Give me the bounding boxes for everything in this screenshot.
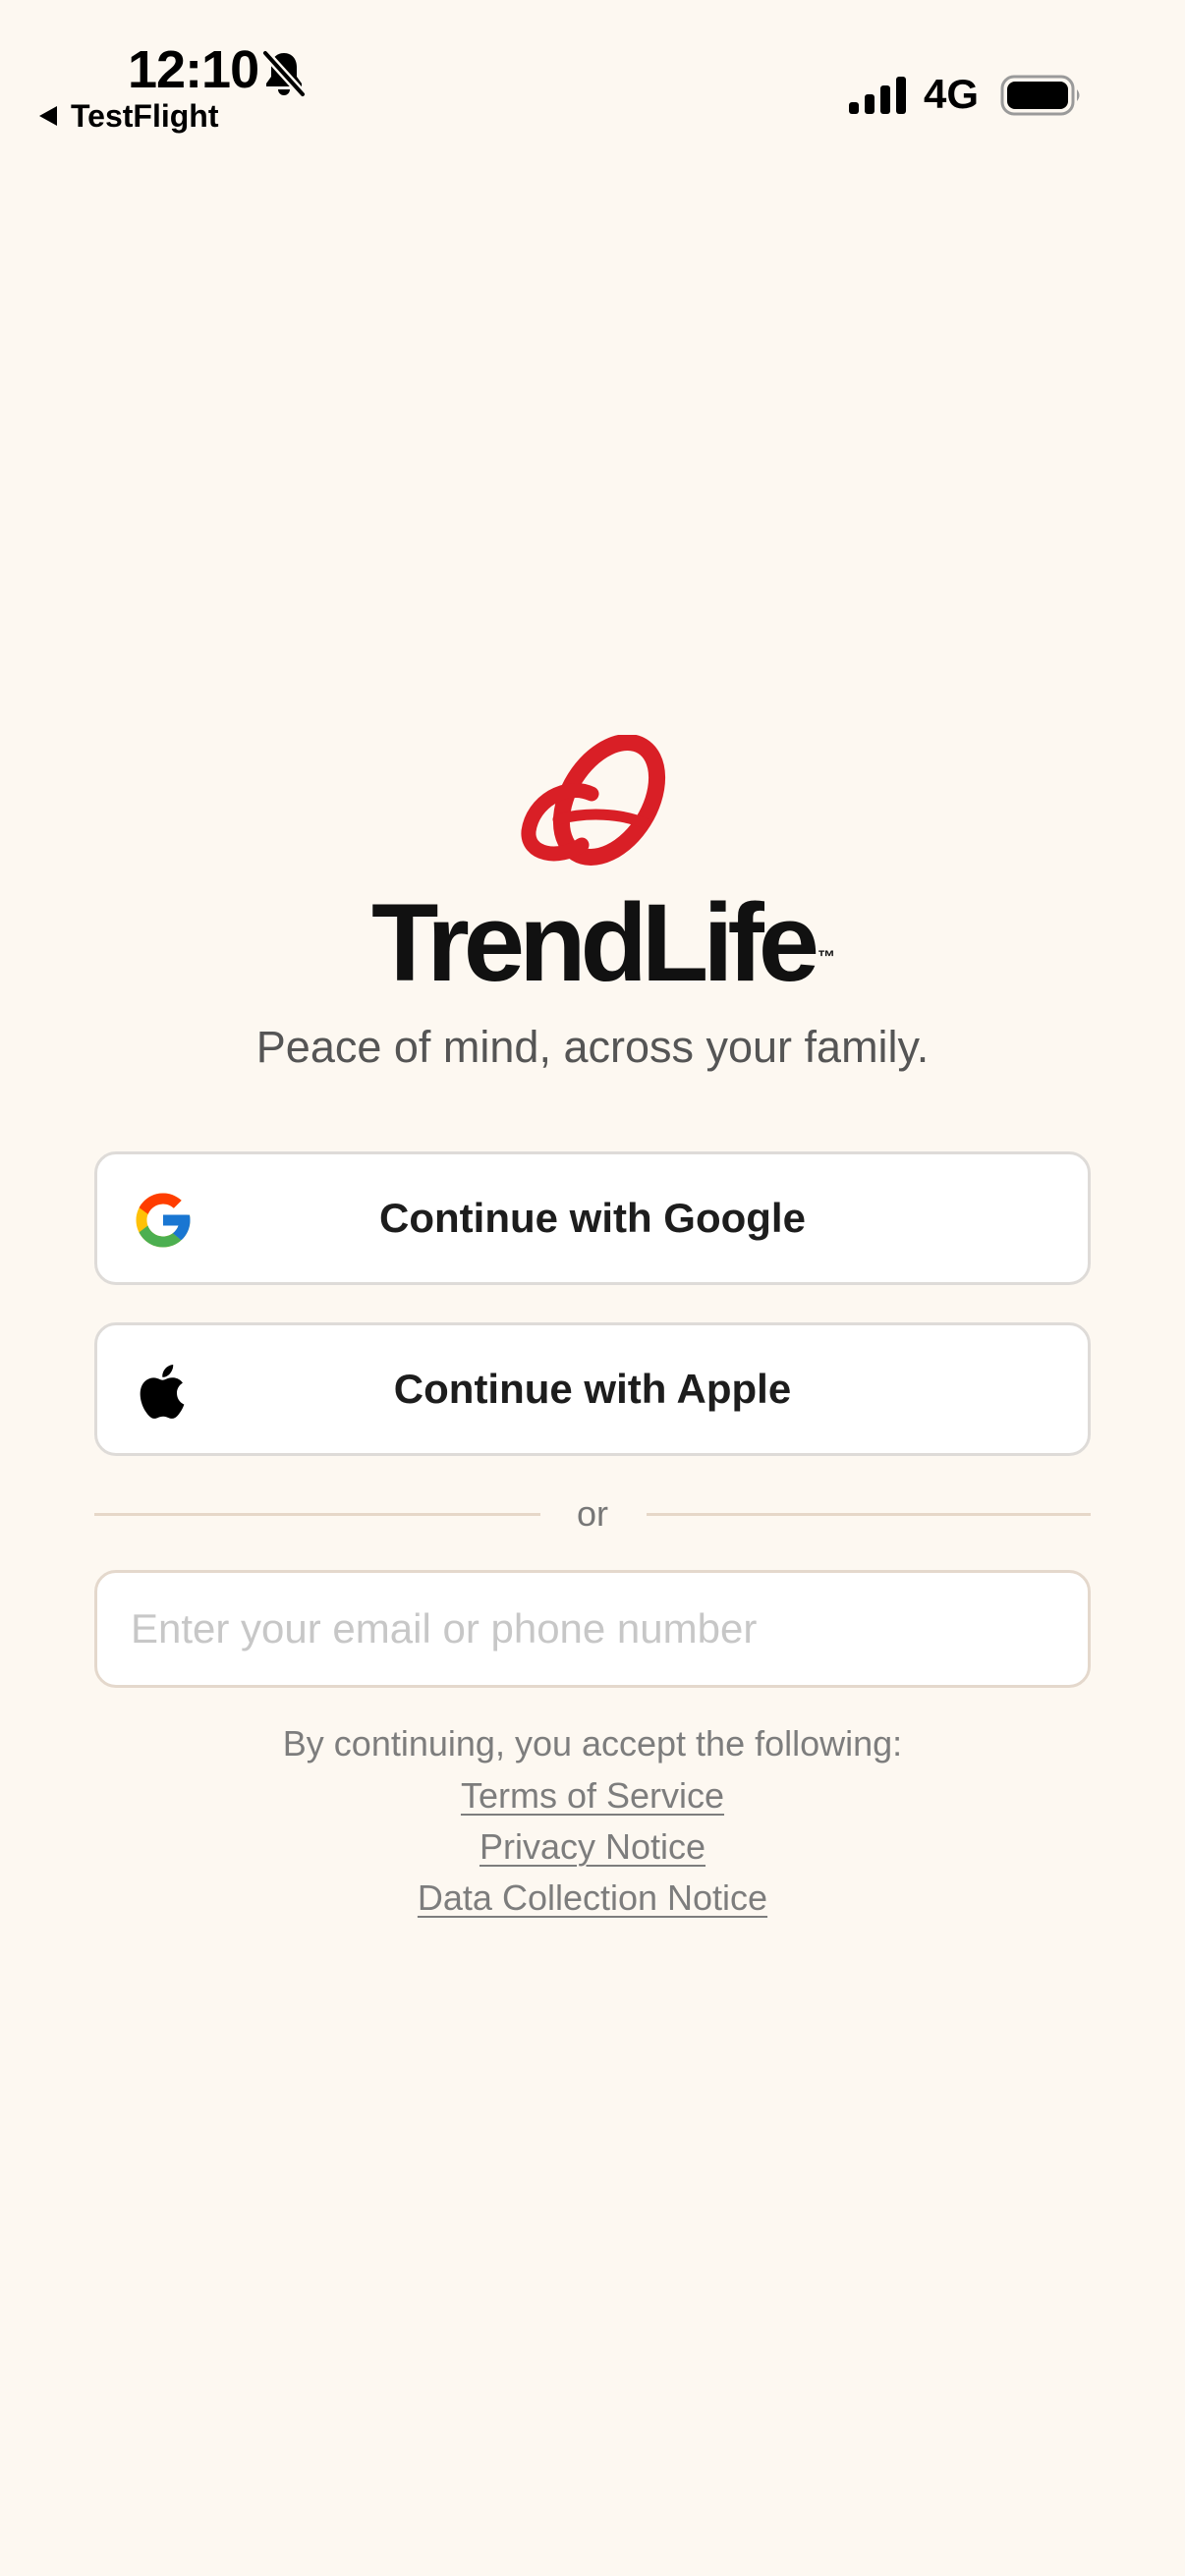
bell-slash-icon (261, 49, 307, 98)
app-name: TrendLife (370, 881, 819, 1004)
network-type: 4G (924, 71, 980, 117)
continue-with-apple-button[interactable]: Continue with Apple (94, 1322, 1091, 1456)
status-time: 12:10 (128, 40, 259, 99)
continue-with-google-button[interactable]: Continue with Google (94, 1151, 1091, 1285)
or-divider: or (94, 1489, 1091, 1539)
status-bar: 12:10 TestFlight 4G (0, 0, 1185, 147)
cellular-signal-icon (849, 77, 906, 114)
google-button-label: Continue with Google (379, 1195, 806, 1241)
privacy-notice-link[interactable]: Privacy Notice (480, 1821, 705, 1873)
terms-of-service-link[interactable]: Terms of Service (461, 1770, 724, 1821)
email-or-phone-input[interactable] (94, 1570, 1091, 1688)
divider-line-right (647, 1513, 1091, 1516)
data-collection-notice-link[interactable]: Data Collection Notice (418, 1873, 767, 1924)
legal-intro-text: By continuing, you accept the following: (282, 1723, 903, 1764)
back-to-testflight[interactable]: TestFlight (37, 96, 219, 136)
back-triangle-icon (39, 106, 57, 126)
app-tagline: Peace of mind, across your family. (255, 1022, 930, 1072)
trendlife-logo-icon (521, 735, 666, 866)
apple-button-label: Continue with Apple (393, 1366, 792, 1412)
apple-icon (140, 1365, 185, 1419)
legal-notice: By continuing, you accept the following:… (0, 1717, 1185, 1924)
trademark-symbol: ™ (818, 947, 836, 967)
app-wordmark: TrendLife ™ (0, 884, 1185, 1002)
google-icon (136, 1193, 191, 1248)
back-label: TestFlight (71, 97, 219, 134)
battery-icon (1000, 75, 1080, 116)
